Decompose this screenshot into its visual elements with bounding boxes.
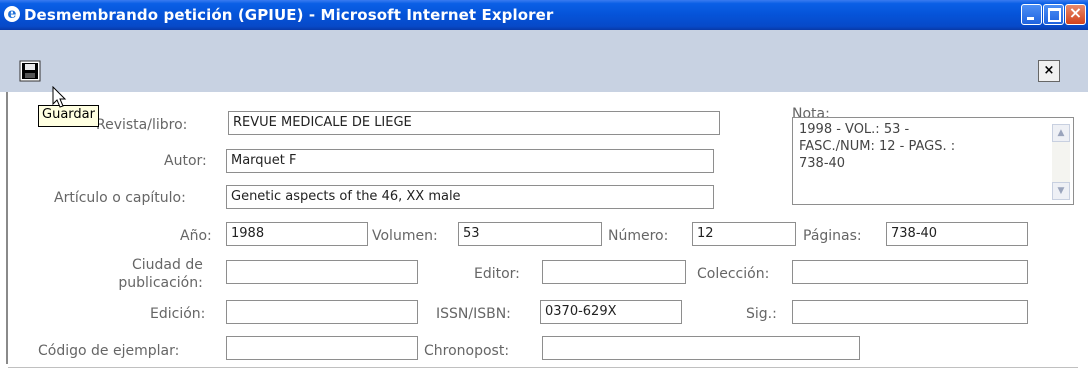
codigo-input[interactable] <box>226 336 418 360</box>
left-border <box>6 92 8 364</box>
nota-text: 1998 - VOL.: 53 - FASC./NUM: 12 - PAGS. … <box>799 122 956 171</box>
paginas-input[interactable]: 738-40 <box>886 222 1028 246</box>
editor-input[interactable] <box>542 260 686 284</box>
numero-label: Número: <box>608 228 669 244</box>
sig-input[interactable] <box>792 300 1028 324</box>
ciudad-label-line2: publicación: <box>118 275 203 291</box>
codigo-label: Código de ejemplar: <box>38 343 180 359</box>
edicion-input[interactable] <box>226 300 418 324</box>
ciudad-label-line1: Ciudad de <box>132 257 203 273</box>
close-form-button[interactable]: × <box>1038 60 1060 82</box>
ciudad-input[interactable] <box>226 260 418 284</box>
anio-input[interactable]: 1988 <box>226 222 368 246</box>
save-button[interactable] <box>19 60 41 82</box>
numero-input[interactable]: 12 <box>692 222 796 246</box>
editor-label: Editor: <box>474 266 520 282</box>
scroll-up-icon[interactable]: ▲ <box>1052 124 1070 142</box>
volumen-label: Volumen: <box>372 228 438 244</box>
minimize-button[interactable] <box>1021 4 1042 25</box>
paginas-label: Páginas: <box>803 228 862 244</box>
save-tooltip: Guardar <box>38 105 99 127</box>
revista-label: Revista/libro: <box>96 117 188 133</box>
toolbar: × <box>0 30 1088 93</box>
mouse-pointer-icon <box>52 86 67 108</box>
anio-label: Año: <box>180 228 212 244</box>
nota-scrollbar[interactable]: ▲ ▼ <box>1052 124 1070 200</box>
autor-label: Autor: <box>164 153 207 169</box>
chronopost-label: Chronopost: <box>424 343 510 359</box>
nota-textarea[interactable]: 1998 - VOL.: 53 - FASC./NUM: 12 - PAGS. … <box>792 117 1074 205</box>
scroll-down-icon[interactable]: ▼ <box>1052 182 1070 200</box>
ciudad-label: Ciudad de publicación: <box>118 256 203 292</box>
window-close-button[interactable]: × <box>1065 3 1086 25</box>
revista-input[interactable]: REVUE MEDICALE DE LIEGE <box>228 111 720 135</box>
coleccion-label: Colección: <box>697 266 770 282</box>
articulo-input[interactable]: Genetic aspects of the 46, XX male <box>226 185 714 209</box>
maximize-button[interactable] <box>1043 4 1064 25</box>
bottom-border <box>8 367 1078 368</box>
issn-input[interactable]: 0370-629X <box>540 300 682 324</box>
coleccion-input[interactable] <box>792 260 1028 284</box>
edicion-label: Edición: <box>150 306 206 322</box>
articulo-label: Artículo o capítulo: <box>54 190 186 206</box>
window-title: Desmembrando petición (GPIUE) - Microsof… <box>24 6 554 24</box>
chronopost-input[interactable] <box>542 336 860 360</box>
internet-explorer-icon: e <box>4 6 20 22</box>
floppy-disk-icon <box>19 60 41 82</box>
issn-label: ISSN/ISBN: <box>436 306 511 322</box>
title-bar[interactable]: e Desmembrando petición (GPIUE) - Micros… <box>0 0 1088 30</box>
autor-input[interactable]: Marquet F <box>226 149 714 173</box>
volumen-input[interactable]: 53 <box>458 222 602 246</box>
sig-label: Sig.: <box>746 306 777 322</box>
app-window: e Desmembrando petición (GPIUE) - Micros… <box>0 0 1088 376</box>
